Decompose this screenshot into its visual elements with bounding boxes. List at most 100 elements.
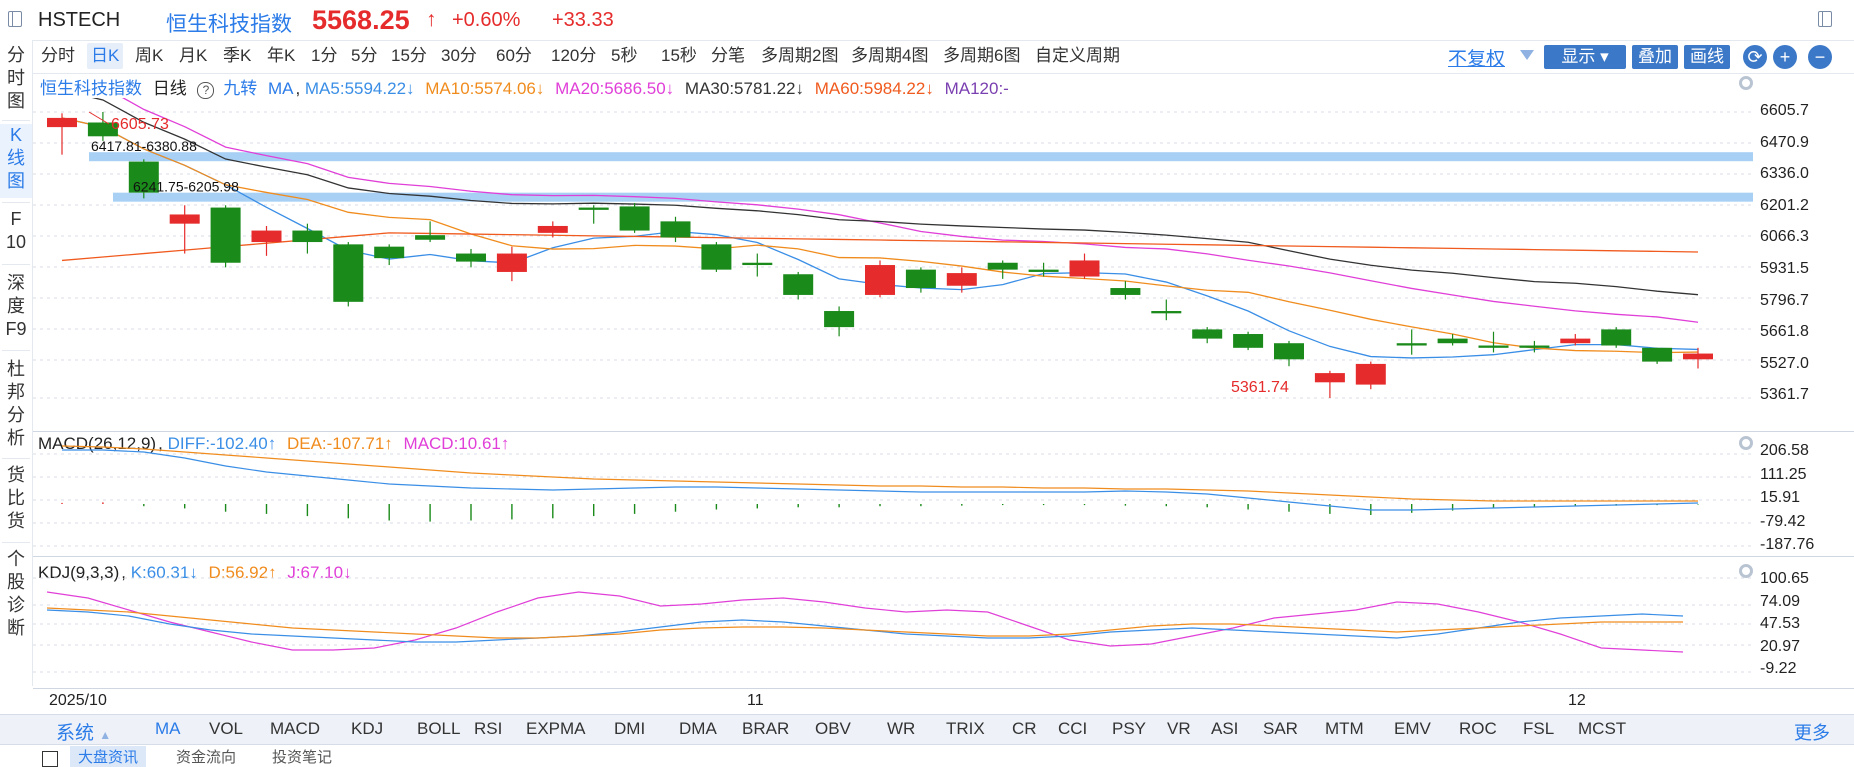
period-tab-3[interactable]: 月K bbox=[175, 43, 211, 69]
macd-chart[interactable] bbox=[33, 444, 1753, 556]
indicator-tab-sar[interactable]: SAR bbox=[1263, 719, 1298, 739]
tab-investment-notes[interactable]: 投资笔记 bbox=[272, 746, 332, 767]
low-price-label: 5361.74 bbox=[1231, 379, 1289, 396]
kdj-chart[interactable] bbox=[33, 572, 1753, 686]
zoom-out-icon[interactable]: − bbox=[1808, 45, 1832, 69]
period-tab-6[interactable]: 1分 bbox=[307, 43, 341, 69]
candle-body bbox=[660, 221, 691, 238]
axis-tick-label: 100.65 bbox=[1760, 570, 1809, 587]
axis-tick-label: 5527.0 bbox=[1760, 354, 1809, 372]
indicator-tab-roc[interactable]: ROC bbox=[1459, 719, 1497, 739]
axis-tick-label: 5661.8 bbox=[1760, 323, 1809, 341]
nav-diagnosis[interactable]: 个股诊断 bbox=[0, 548, 32, 644]
adjust-dropdown[interactable]: 不复权 bbox=[1448, 44, 1505, 71]
nav-intraday[interactable]: 分时图 bbox=[0, 44, 32, 116]
indicator-tab-mtm[interactable]: MTM bbox=[1325, 719, 1364, 739]
indicator-tab-asi[interactable]: ASI bbox=[1211, 719, 1238, 739]
indicator-tab-vol[interactable]: VOL bbox=[209, 719, 243, 739]
indicator-tab-brar[interactable]: BRAR bbox=[742, 719, 789, 739]
period-tab-2[interactable]: 周K bbox=[131, 43, 167, 69]
help-icon[interactable]: ? bbox=[197, 82, 215, 99]
indicator-tab-wr[interactable]: WR bbox=[887, 719, 915, 739]
period-tab-5[interactable]: 年K bbox=[263, 43, 299, 69]
display-button[interactable]: 显示 ▾ bbox=[1544, 45, 1626, 69]
candle-body bbox=[1069, 260, 1100, 277]
zoom-in-icon[interactable]: + bbox=[1773, 45, 1797, 69]
indicator-tab-cci[interactable]: CCI bbox=[1058, 719, 1087, 739]
candle-body bbox=[1151, 311, 1182, 314]
indicator-tab-mcst[interactable]: MCST bbox=[1578, 719, 1626, 739]
nav-label-6: 个股诊断 bbox=[7, 549, 25, 638]
indicator-tab-trix[interactable]: TRIX bbox=[946, 719, 985, 739]
period-tab-8[interactable]: 15分 bbox=[387, 43, 431, 69]
indicator-tab-obv[interactable]: OBV bbox=[815, 719, 851, 739]
index-name[interactable]: 恒生科技指数 bbox=[166, 8, 292, 38]
tab-market-news[interactable]: 大盘资讯 bbox=[70, 746, 147, 767]
refresh-icon[interactable]: ⟳ bbox=[1743, 45, 1767, 69]
candle-body bbox=[1192, 329, 1223, 339]
sidebar-toggle-icon[interactable] bbox=[8, 11, 22, 27]
period-tab-16[interactable]: 多周期4图 bbox=[847, 43, 932, 69]
candle-body bbox=[1355, 363, 1386, 385]
indicator-tab-fsl[interactable]: FSL bbox=[1523, 719, 1554, 739]
indicator-tab-psy[interactable]: PSY bbox=[1112, 719, 1146, 739]
period-tab-18[interactable]: 自定义周期 bbox=[1031, 43, 1124, 69]
overlay-button[interactable]: 叠加 bbox=[1632, 45, 1678, 69]
candle-body bbox=[1642, 347, 1673, 362]
period-tab-14[interactable]: 分笔 bbox=[707, 43, 749, 69]
indicator-tab-cr[interactable]: CR bbox=[1012, 719, 1037, 739]
period-tab-11[interactable]: 120分 bbox=[547, 43, 600, 69]
candle-body bbox=[578, 207, 609, 210]
main-settings-gear-icon[interactable] bbox=[1739, 76, 1753, 90]
period-tab-10[interactable]: 60分 bbox=[492, 43, 536, 69]
axis-tick-label: 111.25 bbox=[1760, 465, 1807, 483]
candle-body bbox=[824, 311, 855, 328]
system-dropdown[interactable]: 系统 ▲ bbox=[56, 718, 111, 745]
period-tab-4[interactable]: 季K bbox=[219, 43, 255, 69]
candle-body bbox=[1601, 329, 1632, 346]
chevron-down-icon[interactable] bbox=[1520, 50, 1534, 60]
nav-depth-f9[interactable]: 深度 F9 bbox=[0, 272, 32, 344]
period-tab-17[interactable]: 多周期6图 bbox=[939, 43, 1024, 69]
indicator-tab-macd[interactable]: MACD bbox=[270, 719, 320, 739]
title-bar: HSTECH 恒生科技指数 5568.25 ↑ +0.60% +33.33 bbox=[0, 0, 1854, 41]
time-label-dec: 12 bbox=[1568, 692, 1586, 709]
tab-capital-flow[interactable]: 资金流向 bbox=[176, 746, 236, 767]
period-tab-7[interactable]: 5分 bbox=[347, 43, 381, 69]
period-tab-13[interactable]: 15秒 bbox=[657, 43, 701, 69]
indicator-tab-dmi[interactable]: DMI bbox=[614, 719, 645, 739]
ma10-value: MA10:5574.06↓ bbox=[425, 79, 545, 98]
panel-toggle-icon[interactable] bbox=[1818, 11, 1832, 27]
indicator-tab-boll[interactable]: BOLL bbox=[417, 719, 460, 739]
candlestick-chart[interactable]: 6605.73 5361.74 6417.81-6380.88 6241.75-620… bbox=[33, 98, 1753, 430]
axis-tick-label: 74.09 bbox=[1760, 592, 1801, 610]
indicator-tab-ma[interactable]: MA bbox=[155, 719, 181, 739]
draw-line-button[interactable]: 画线 bbox=[1684, 45, 1730, 69]
nine-turn-toggle[interactable]: 九转 bbox=[223, 79, 257, 98]
period-tab-12[interactable]: 5秒 bbox=[607, 43, 641, 69]
indicator-tab-emv[interactable]: EMV bbox=[1394, 719, 1431, 739]
ma-label[interactable]: MA bbox=[268, 79, 294, 98]
period-tab-0[interactable]: 分时 bbox=[37, 43, 79, 69]
candle-body bbox=[946, 273, 977, 286]
axis-tick-label: -79.42 bbox=[1760, 512, 1806, 530]
period-tab-15[interactable]: 多周期2图 bbox=[757, 43, 842, 69]
checkbox-icon[interactable] bbox=[42, 751, 58, 767]
period-tab-1[interactable]: 日K bbox=[87, 43, 124, 69]
nav-dupont[interactable]: 杜邦分析 bbox=[0, 358, 32, 454]
indicator-tab-rsi[interactable]: RSI bbox=[474, 719, 502, 739]
nav-kline[interactable]: K线图 bbox=[0, 124, 32, 198]
band1-label: 6417.81-6380.88 bbox=[91, 138, 197, 154]
period-tab-9[interactable]: 30分 bbox=[437, 43, 481, 69]
indicator-tab-expma[interactable]: EXPMA bbox=[526, 719, 586, 739]
candle-body bbox=[905, 269, 936, 289]
more-button[interactable]: 更多 bbox=[1794, 719, 1830, 745]
nav-compare[interactable]: 货比货 bbox=[0, 464, 32, 536]
indicator-tab-vr[interactable]: VR bbox=[1167, 719, 1191, 739]
indicator-tab-kdj[interactable]: KDJ bbox=[351, 719, 383, 739]
nav-f10[interactable]: F 10 bbox=[0, 208, 32, 260]
candle-body bbox=[210, 207, 241, 263]
axis-tick-label: 6336.0 bbox=[1760, 165, 1809, 183]
indicator-tab-dma[interactable]: DMA bbox=[679, 719, 717, 739]
band2-label: 6241.75-6205.98 bbox=[133, 179, 239, 195]
